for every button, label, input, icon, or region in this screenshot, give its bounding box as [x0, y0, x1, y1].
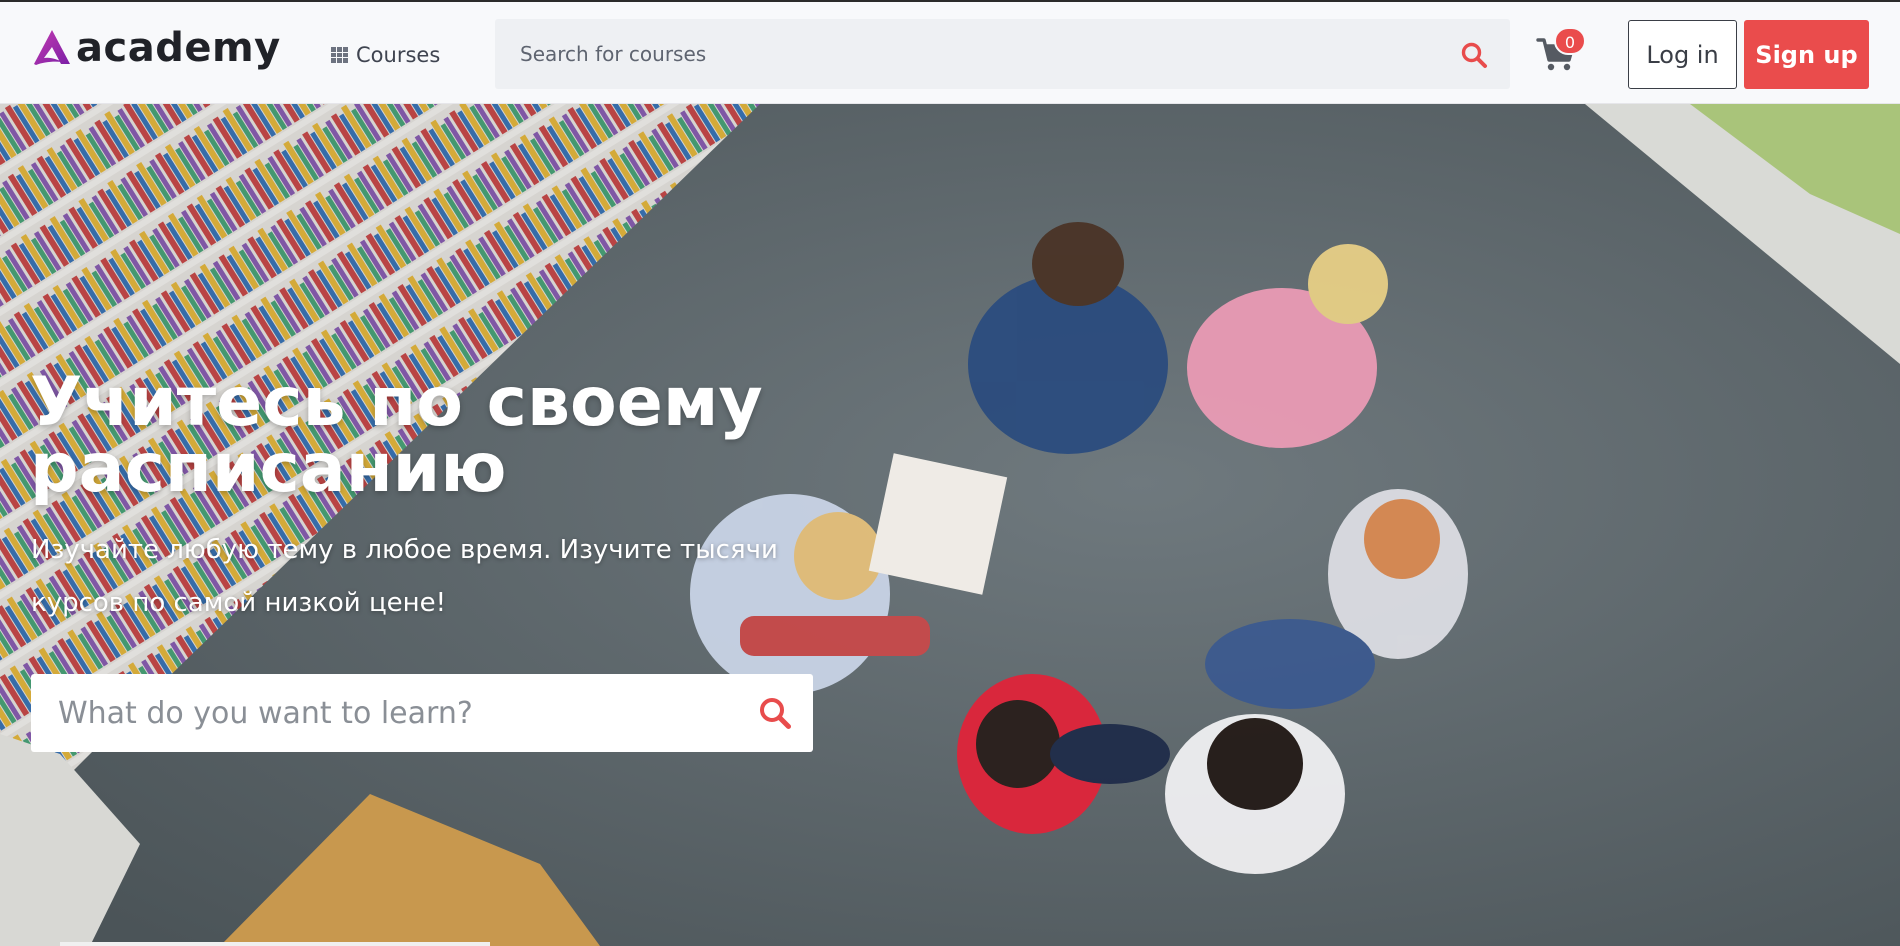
academy-logo[interactable]: academy — [30, 25, 281, 71]
hero-search-input[interactable] — [31, 674, 731, 752]
login-button[interactable]: Log in — [1628, 20, 1737, 89]
hero-search-box — [31, 674, 813, 752]
courses-label: Courses — [356, 43, 441, 67]
header-search-bar — [495, 19, 1510, 89]
header-search-input[interactable] — [495, 19, 1435, 89]
hero-subtitle: Изучайте любую тему в любое время. Изучи… — [31, 535, 778, 618]
hero-section: Учитесь по своему расписанию Изучайте лю… — [0, 104, 1900, 946]
search-icon[interactable] — [1460, 41, 1488, 69]
brand-name: academy — [76, 25, 281, 71]
courses-menu[interactable]: Courses — [331, 42, 440, 68]
hero-title: Учитесь по своему расписанию — [30, 363, 763, 508]
grid-icon — [331, 47, 349, 63]
top-navbar: academy Courses 0 Log in Sign up — [0, 0, 1900, 104]
hero-bottom-divider — [60, 942, 490, 946]
hero-search-icon[interactable] — [758, 696, 792, 730]
academy-logo-icon — [34, 30, 70, 65]
signup-button[interactable]: Sign up — [1744, 20, 1869, 89]
cart-count-badge: 0 — [1554, 27, 1586, 55]
